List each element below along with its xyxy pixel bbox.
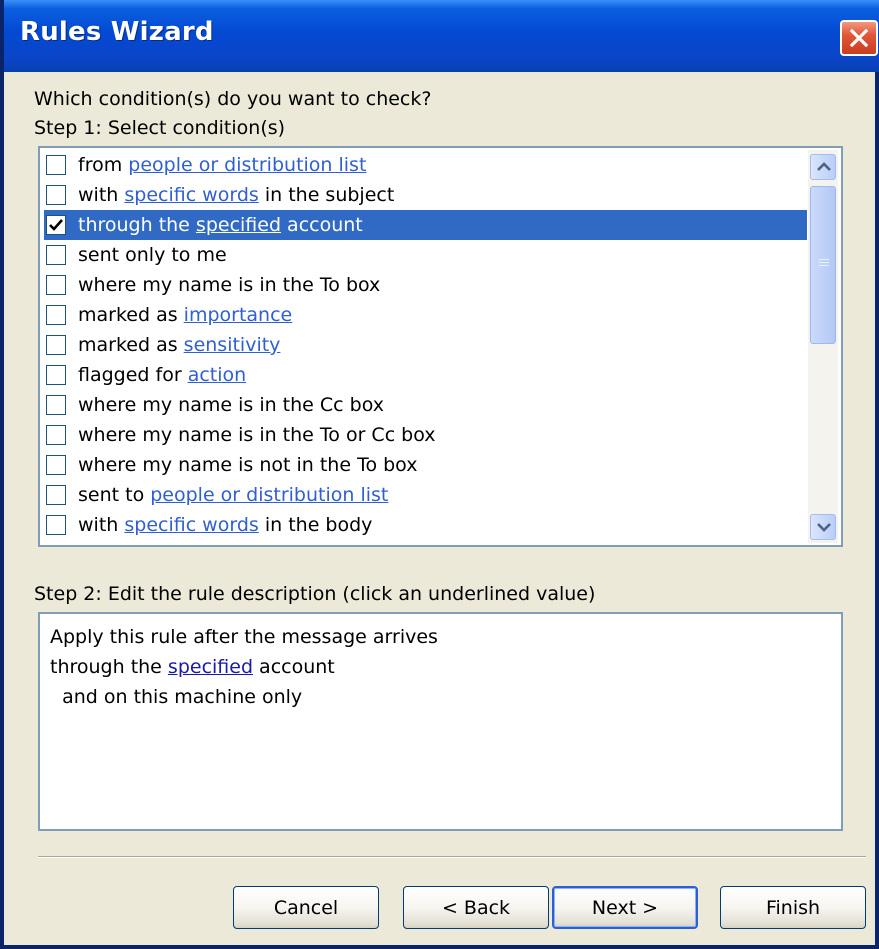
scroll-up-button[interactable] [810,154,836,180]
checkbox[interactable] [46,275,66,295]
window-title: Rules Wizard [20,17,214,47]
description-line: Apply this rule after the message arrive… [50,626,438,648]
specified-link[interactable]: specified [168,656,253,678]
condition-item[interactable]: sent to people or distribution list [44,480,807,510]
title-bar[interactable]: Rules Wizard [4,0,879,72]
step1-heading: Step 1: Select condition(s) [34,117,286,139]
checkmark-icon [49,219,63,231]
condition-label: where my name is not in the To box [78,454,417,476]
step2-heading: Step 2: Edit the rule description (click… [34,583,596,605]
condition-item[interactable]: where my name is not in the To box [44,450,807,480]
text-segment: flagged for [78,364,188,386]
checkbox[interactable] [46,185,66,205]
specific-words-link[interactable]: specific words [124,184,258,206]
condition-label: from people or distribution list [78,154,366,176]
description-line: and on this machine only [50,686,302,708]
checkbox[interactable] [46,515,66,535]
condition-label: marked as sensitivity [78,334,280,356]
text-segment: account [281,214,363,236]
text-segment: where my name is in the To or Cc box [78,424,436,446]
condition-item[interactable]: through the specified account [44,210,807,240]
condition-item[interactable]: marked as importance [44,300,807,330]
condition-label: sent to people or distribution list [78,484,388,506]
text-segment: through the [50,656,168,678]
checkbox[interactable] [46,365,66,385]
action-link[interactable]: action [188,364,246,386]
next-button[interactable]: Next > [552,886,698,929]
text-segment: Apply this rule after the message arrive… [50,626,438,648]
importance-link[interactable]: importance [184,304,293,326]
condition-item[interactable]: where my name is in the Cc box [44,390,807,420]
sensitivity-link[interactable]: sensitivity [184,334,281,356]
text-segment: marked as [78,334,184,356]
condition-label: sent only to me [78,244,227,266]
conditions-scrollbar[interactable] [808,150,838,543]
text-segment: from [78,154,129,176]
text-segment: account [253,656,335,678]
condition-item[interactable]: where my name is in the To box [44,270,807,300]
checkbox[interactable] [46,425,66,445]
checkbox[interactable] [46,335,66,355]
condition-item[interactable]: marked as sensitivity [44,330,807,360]
scroll-thumb[interactable] [810,186,836,344]
rule-description-box: Apply this rule after the message arrive… [38,612,843,831]
condition-item[interactable]: with specific words in the body [44,510,807,540]
text-segment: through the [78,214,196,236]
text-segment: marked as [78,304,184,326]
text-segment: sent only to me [78,244,227,266]
specified-link[interactable]: specified [196,214,281,236]
close-icon [849,28,869,48]
condition-item[interactable]: from people or distribution list [44,150,807,180]
checkbox[interactable] [46,155,66,175]
checkbox-checked[interactable] [46,215,66,235]
condition-item[interactable]: with specific words in the subject [44,180,807,210]
text-segment: in the subject [258,184,395,206]
checkbox[interactable] [46,245,66,265]
checkbox[interactable] [46,395,66,415]
text-segment: where my name is in the Cc box [78,394,385,416]
condition-label: where my name is in the To or Cc box [78,424,436,446]
specific-words-link[interactable]: specific words [124,514,258,536]
cancel-button[interactable]: Cancel [233,886,379,929]
condition-item[interactable]: flagged for action [44,360,807,390]
people-or-distribution-list-link[interactable]: people or distribution list [150,484,388,506]
condition-label: through the specified account [78,214,363,236]
condition-label: flagged for action [78,364,246,386]
checkbox[interactable] [46,305,66,325]
description-line: through the specified account [50,656,335,678]
checkbox[interactable] [46,455,66,475]
text-segment: where my name is in the To box [78,274,381,296]
chevron-down-icon [817,523,831,532]
text-segment: sent to [78,484,151,506]
conditions-list[interactable]: from people or distribution list with spe… [38,146,843,547]
condition-item[interactable]: sent only to me [44,240,807,270]
condition-label: where my name is in the Cc box [78,394,384,416]
rules-wizard-dialog: Rules Wizard Which condition(s) do you w… [0,0,879,949]
close-button[interactable] [840,20,878,56]
finish-button[interactable]: Finish [720,886,866,929]
text-segment: in the body [258,514,373,536]
text-segment: with [78,514,125,536]
condition-question: Which condition(s) do you want to check? [34,88,432,110]
text-segment: where my name is not in the To box [78,454,418,476]
chevron-up-icon [817,162,831,171]
text-segment: and on this machine only [50,686,303,708]
back-button[interactable]: < Back [403,886,549,929]
condition-label: with specific words in the body [78,514,372,536]
condition-label: marked as importance [78,304,292,326]
condition-label: where my name is in the To box [78,274,380,296]
condition-label: with specific words in the subject [78,184,394,206]
checkbox[interactable] [46,485,66,505]
condition-item[interactable]: where my name is in the To or Cc box [44,420,807,450]
scroll-down-button[interactable] [810,514,836,540]
text-segment: with [78,184,125,206]
button-separator-highlight [38,857,866,858]
people-or-distribution-list-link[interactable]: people or distribution list [128,154,366,176]
